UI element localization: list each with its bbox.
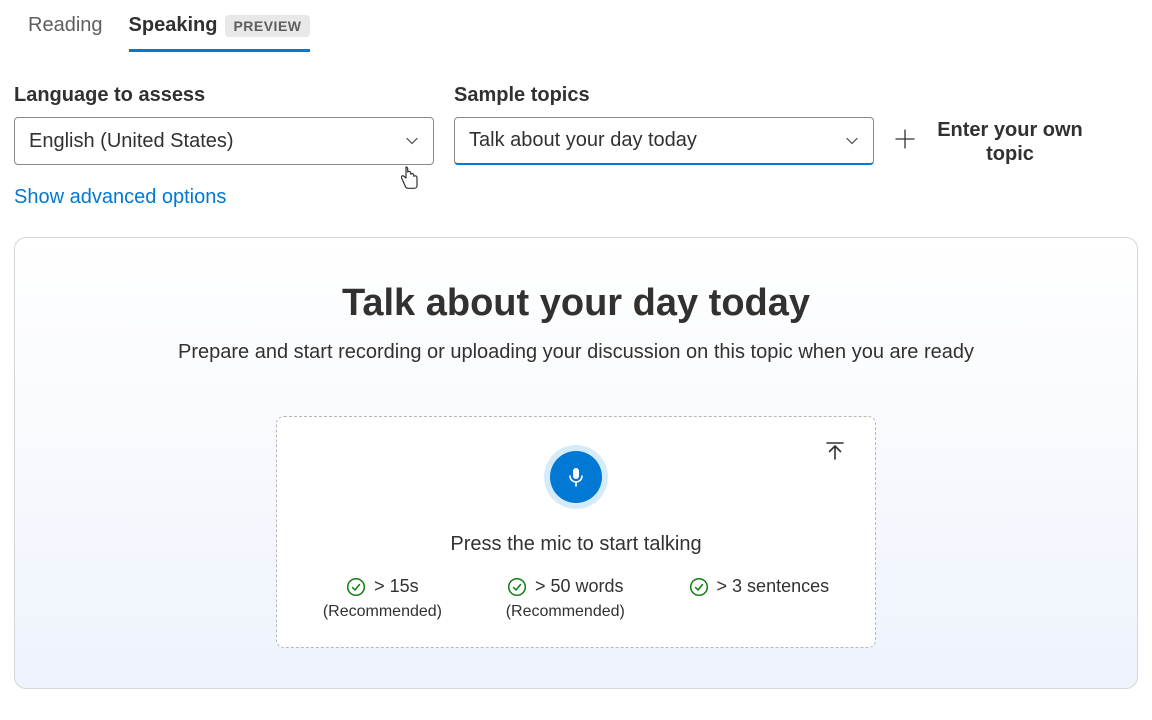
upload-icon [823,439,847,463]
recording-card: Press the mic to start talking > 15s (Re… [276,416,876,648]
check-circle-icon [346,577,366,597]
chevron-down-icon [845,134,859,148]
enter-own-topic-button[interactable]: Enter your own topic [894,118,1090,166]
language-group: Language to assess English (United State… [14,84,434,165]
show-advanced-link[interactable]: Show advanced options [14,186,226,209]
preview-badge: PREVIEW [225,15,309,37]
criterion-sentences-value: > 3 sentences [717,576,830,597]
topics-select[interactable]: Talk about your day today [454,117,874,165]
tab-speaking-label: Speaking [129,14,218,37]
enter-own-label: Enter your own topic [930,118,1090,166]
criterion-duration-value: > 15s [374,576,419,597]
mic-button[interactable] [544,445,608,509]
criterion-words: > 50 words (Recommended) [506,576,625,621]
tab-reading-label: Reading [28,14,103,37]
show-advanced-label: Show advanced options [14,186,226,208]
tab-speaking[interactable]: Speaking PREVIEW [129,14,310,52]
topics-label: Sample topics [454,84,874,107]
mic-inner [550,451,602,503]
chevron-down-icon [405,134,419,148]
plus-icon [894,128,916,157]
panel-subtitle: Prepare and start recording or uploading… [39,341,1113,364]
topics-value: Talk about your day today [469,129,697,152]
criteria-row: > 15s (Recommended) > 50 words (Recommen… [301,576,851,621]
check-circle-icon [689,577,709,597]
microphone-icon [565,466,587,488]
language-value: English (United States) [29,130,234,153]
criterion-duration-sub: (Recommended) [323,603,442,621]
upload-button[interactable] [823,439,847,468]
topics-group: Sample topics Talk about your day today [454,84,874,165]
criterion-sentences: > 3 sentences [689,576,830,621]
panel-title: Talk about your day today [39,282,1113,325]
tab-bar: Reading Speaking PREVIEW [28,14,1138,52]
cursor-pointer-icon [398,165,422,193]
language-label: Language to assess [14,84,434,107]
controls-row: Language to assess English (United State… [14,84,1138,166]
check-circle-icon [507,577,527,597]
criterion-words-value: > 50 words [535,576,624,597]
language-select[interactable]: English (United States) [14,117,434,165]
mic-prompt: Press the mic to start talking [301,533,851,556]
tab-reading[interactable]: Reading [28,14,103,52]
criterion-words-sub: (Recommended) [506,603,625,621]
topic-panel: Talk about your day today Prepare and st… [14,237,1138,689]
criterion-duration: > 15s (Recommended) [323,576,442,621]
